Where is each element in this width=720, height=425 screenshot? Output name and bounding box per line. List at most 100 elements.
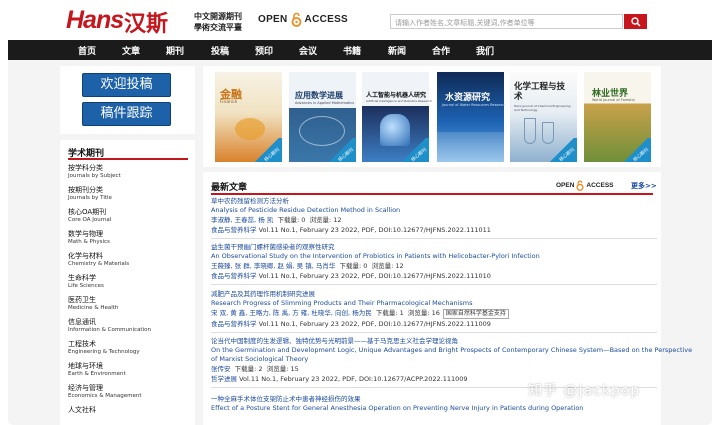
journal-name[interactable]: 食品与营养科学 — [211, 226, 257, 234]
category-cn: 数学与物理 — [68, 230, 103, 238]
nav-books[interactable]: 书籍 — [343, 44, 361, 57]
site-header: Hans 汉斯 中文開源期刊 學術交流平臺 OPEN ACCESS 请输入作者姓… — [8, 0, 712, 40]
article-authors-row: 王薇臻, 张 群, 李晓卿, 赵 娟, 吴 镇, 马肖华 下载量: 0 浏览量:… — [211, 261, 657, 271]
journal-cover-applied-math[interactable]: 应用数学进展 Advances in Applied Mathematics 核… — [289, 72, 356, 163]
category-life-sciences[interactable]: 生命科学 Life Sciences — [68, 274, 104, 290]
journal-cover-forestry[interactable]: 林业世界 World Journal of Forestry 核心期刊 — [584, 72, 651, 163]
article-authors-row: 张传安 下载量: 2 浏览量: 15 — [211, 364, 657, 374]
oa-open: OPEN — [556, 182, 575, 189]
article-authors[interactable]: 王薇臻, 张 群, 李晓卿, 赵 娟, 吴 镇, 马肖华 — [211, 262, 335, 270]
cover-title: 化学工程与技术 — [514, 82, 566, 102]
article-title-cn[interactable]: 益生菌干预幽门螺杆菌感染者的观察性研究 — [211, 243, 657, 252]
fund-badge: 国家自然科学基金支持 — [442, 309, 509, 319]
article-title-cn[interactable]: 论当代中国制度的生发逻辑、独特优势与光明前景——基于马克思主义社会学理论视角 — [211, 337, 657, 346]
nav-journals[interactable]: 期刊 — [166, 44, 184, 57]
category-core-oa[interactable]: 核心OA期刊 Core OA Journal — [68, 208, 111, 224]
divider — [211, 238, 657, 239]
more-link[interactable]: 更多>> — [631, 181, 657, 191]
journal-cover-ai-robotics[interactable]: 人工智能与机器人研究 Artificial Intelligence and R… — [362, 72, 432, 163]
nav-home[interactable]: 首页 — [78, 44, 96, 57]
cover-subtitle: Artificial Intelligence and Robotics Res… — [366, 99, 432, 103]
coin-graphic — [235, 118, 265, 140]
nav-news[interactable]: 新闻 — [388, 44, 406, 57]
cover-title: 水资源研究 — [445, 93, 491, 103]
article-title-en[interactable]: On the Germination and Development Logic… — [211, 346, 692, 355]
divider — [211, 284, 657, 285]
track-manuscript-button[interactable]: 稿件跟踪 — [82, 102, 171, 126]
divider — [211, 193, 653, 195]
category-chemistry[interactable]: 化学与材料 Chemistry & Materials — [68, 252, 129, 268]
category-cn: 地球与环境 — [68, 362, 103, 370]
article-authors[interactable]: 李淑静, 王春蕊, 杨 凯 — [211, 216, 273, 224]
article-meta: 食品与营养科学 Vol.11 No.1, February 23 2022, P… — [211, 271, 657, 281]
cover-subtitle: Hans Journal of Chemical Engineering and… — [514, 104, 571, 112]
download-count: 下载量: 0 — [339, 262, 368, 270]
oa-access: ACCESS — [586, 182, 614, 189]
category-cn: 生命科学 — [68, 274, 96, 282]
article-authors[interactable]: 张传安 — [211, 365, 231, 373]
nav-articles[interactable]: 文章 — [122, 44, 140, 57]
search-icon — [630, 16, 641, 27]
journal-name[interactable]: 食品与营养科学 — [211, 320, 257, 328]
page: Hans 汉斯 中文開源期刊 學術交流平臺 OPEN ACCESS 请输入作者姓… — [8, 0, 712, 425]
cover-title: 人工智能与机器人研究 — [366, 92, 427, 99]
flask-graphic — [524, 118, 536, 144]
download-count: 下载量: 1 — [375, 309, 404, 317]
download-count: 下载量: 0 — [277, 216, 306, 224]
search-button[interactable] — [624, 14, 647, 29]
slogan-line-1: 中文開源期刊 — [194, 12, 242, 21]
journal-name[interactable]: 食品与营养科学 — [211, 272, 257, 280]
category-cn: 核心OA期刊 — [68, 208, 107, 216]
watermark: 知乎 @Jackpop — [528, 383, 641, 399]
logo-cn[interactable]: 汉斯 — [124, 6, 168, 38]
journal-cover-finance[interactable]: 金融 Finance 核心期刊 — [215, 72, 282, 163]
logo[interactable]: Hans — [66, 6, 124, 35]
category-medicine[interactable]: 医药卫生 Medicine & Health — [68, 296, 118, 312]
section-title: 最新文章 — [211, 183, 248, 193]
category-cn: 信息通讯 — [68, 318, 96, 326]
category-by-subject[interactable]: 按学科分类 Journals by Subject — [68, 164, 121, 180]
nav-submit[interactable]: 投稿 — [211, 44, 229, 57]
article-title-en[interactable]: Research Progress of Slimming Products a… — [211, 299, 657, 308]
category-humanities[interactable]: 人文社科 — [68, 406, 96, 415]
category-by-title[interactable]: 按期刊分类 Journals by Title — [68, 186, 112, 202]
category-en: Earth & Environment — [68, 371, 126, 377]
category-economics[interactable]: 经济与管理 Economics & Management — [68, 384, 142, 400]
article-title-cn[interactable]: 草中农药残留检测方法分析 — [211, 197, 657, 206]
category-en: Life Sciences — [68, 283, 104, 289]
article-meta: 食品与营养科学 Vol.11 No.1, February 23 2022, P… — [211, 319, 657, 329]
article-title-en[interactable]: An Observational Study on the Interventi… — [211, 252, 657, 261]
article-authors-row: 宋 双, 黄 鑫, 王略力, 陈 禹, 方 雍, 杜晓华, 向创, 杨为民 下载… — [211, 308, 657, 319]
journal-cover-chemical-engineering[interactable]: 化学工程与技术 Hans Journal of Chemical Enginee… — [510, 72, 577, 163]
category-cn: 人文社科 — [68, 406, 96, 414]
article-authors-row: 李淑静, 王春蕊, 杨 凯 下载量: 0 浏览量: 12 — [211, 215, 657, 225]
article-citation: Vol.11 No.1, February 23 2022, PDF, DOI:… — [239, 375, 468, 383]
search-input[interactable]: 请输入作者姓名,文章标题,关键词,作者单位等 — [390, 14, 623, 29]
cover-subtitle: Journal of Water Resources Research — [442, 103, 507, 107]
journal-name[interactable]: 哲学进展 — [211, 375, 237, 383]
download-count: 下载量: 2 — [234, 365, 263, 373]
divider — [211, 332, 657, 333]
main-nav: 首页 文章 期刊 投稿 预印 会议 书籍 新闻 合作 我们 — [8, 40, 712, 60]
nav-conferences[interactable]: 会议 — [299, 44, 317, 57]
article-citation: Vol.11 No.1, February 23 2022, PDF, DOI:… — [258, 272, 491, 280]
article-title-en[interactable]: Analysis of Pesticide Residue Detection … — [211, 206, 657, 215]
category-engineering[interactable]: 工程技术 Engineering & Technology — [68, 340, 140, 356]
journal-cover-water-resources[interactable]: 水资源研究 Journal of Water Resources Researc… — [437, 72, 507, 162]
article-item: 减肥产品及其药理作用机制研究进展 Research Progress of Sl… — [211, 290, 657, 333]
submit-manuscript-button[interactable]: 欢迎投稿 — [82, 73, 171, 97]
category-cn: 医药卫生 — [68, 296, 96, 304]
nav-preprint[interactable]: 预印 — [255, 44, 273, 57]
article-title-en-cont[interactable]: of Marxist Sociological Theory — [211, 355, 657, 364]
article-title-en[interactable]: Effect of a Posture Stent for General An… — [211, 404, 657, 413]
category-information[interactable]: 信息通讯 Information & Communication — [68, 318, 151, 334]
article-title-cn[interactable]: 减肥产品及其药理作用机制研究进展 — [211, 290, 657, 299]
article-item: 益生菌干预幽门螺杆菌感染者的观察性研究 An Observational Stu… — [211, 243, 657, 285]
article-authors[interactable]: 宋 双, 黄 鑫, 王略力, 陈 禹, 方 雍, 杜晓华, 向创, 杨为民 — [211, 309, 372, 317]
nav-cooperation[interactable]: 合作 — [432, 44, 450, 57]
open-lock-icon — [576, 180, 584, 191]
nav-about[interactable]: 我们 — [476, 44, 494, 57]
category-earth-environment[interactable]: 地球与环境 Earth & Environment — [68, 362, 126, 378]
category-math-physics[interactable]: 数学与物理 Math & Physics — [68, 230, 110, 246]
category-en: Information & Communication — [68, 327, 151, 333]
